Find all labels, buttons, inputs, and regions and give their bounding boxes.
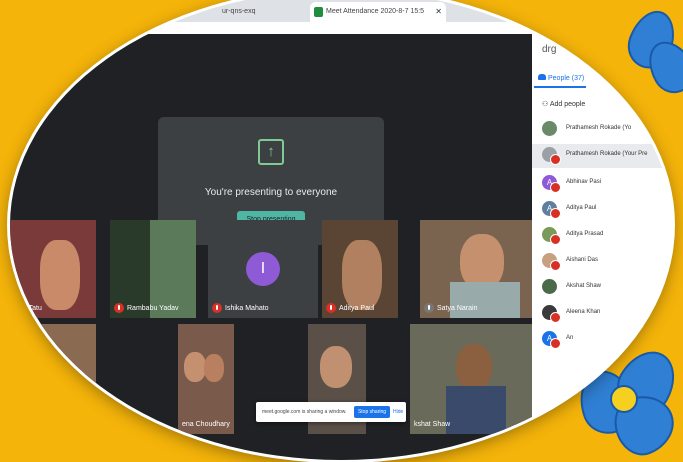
browser-tab[interactable]: ur-qns-exq ● [206, 2, 322, 22]
participant-name: Aditya Prasad [566, 231, 604, 237]
avatar [542, 279, 557, 294]
participant-name: Aditya Paul [566, 205, 597, 211]
muted-mic-icon [114, 303, 124, 314]
participant-list-item[interactable]: Aditya Prasad [532, 224, 672, 248]
participant-name: An [566, 335, 574, 341]
participant-name: Prathamesh Rokade (Your Pre [566, 151, 648, 157]
presenting-message: You're presenting to everyone [204, 187, 338, 198]
sheets-icon [314, 7, 323, 17]
muted-mic-icon [550, 338, 561, 349]
participant-list-item[interactable]: A An [532, 328, 672, 352]
participant-name: Akshat Shaw [566, 283, 602, 289]
participant-list-item[interactable]: Prathamesh Rokade (Yo [532, 118, 672, 142]
close-tab-icon[interactable]: ✕ [435, 2, 442, 22]
participant-tile[interactable]: Satya Narain [420, 220, 532, 318]
muted-mic-icon [550, 154, 561, 165]
participant-list-item[interactable]: Aishani Das [532, 250, 672, 274]
meet-stage: You're presenting to everyone Stop prese… [10, 34, 532, 460]
muted-mic-icon [550, 182, 561, 193]
participant-list-item[interactable]: Prathamesh Rokade (Your Pre [532, 144, 672, 168]
muted-mic-icon [550, 260, 561, 271]
participant-tile[interactable]: ena Choudhary [178, 324, 234, 434]
present-upload-icon [258, 139, 284, 165]
participant-name: Abhinav Pasi [566, 179, 602, 185]
muted-mic-icon [550, 234, 561, 245]
sharing-text: meet.google.com is sharing a window. [262, 409, 347, 415]
browser-tab-bar: ur-qns-exq ● Meet Attendance 2020-8-7 15… [10, 0, 530, 22]
tab-indicator [534, 86, 586, 88]
participant-name: Aishani Das [566, 257, 599, 263]
participant-list-item[interactable]: A Aditya Paul [532, 198, 672, 222]
stop-sharing-button[interactable]: Stop sharing [354, 406, 390, 418]
participant-name: Aleena Khan [566, 309, 601, 315]
avatar: I [246, 252, 280, 286]
participant-tile[interactable]: nshi Tatu [10, 220, 96, 318]
add-person-icon: ⚇ [542, 101, 550, 108]
tab-people[interactable]: People (37) [538, 74, 584, 82]
screenshot-frame: ur-qns-exq ● Meet Attendance 2020-8-7 15… [10, 0, 672, 460]
participant-tile[interactable]: I Ishika Mahato [208, 220, 318, 318]
sharing-notification-bar: meet.google.com is sharing a window. Sto… [256, 402, 406, 422]
muted-mic-icon [424, 303, 434, 314]
participant-list-item[interactable]: Aleena Khan [532, 302, 672, 326]
avatar [542, 121, 557, 136]
add-people-button[interactable]: ⚇ Add people [542, 100, 585, 108]
participant-name: Prathamesh Rokade (Yo [566, 125, 632, 131]
muted-mic-icon [550, 312, 561, 323]
participant-tile[interactable]: kshat Shaw [410, 324, 532, 434]
people-icon [538, 74, 546, 80]
participant-list-item[interactable]: Akshat Shaw [532, 276, 672, 300]
participant-tile[interactable] [10, 324, 96, 434]
people-panel: drg People (37) ⚇ Add people Prathamesh … [532, 22, 672, 460]
participant-tile[interactable]: Rambabu Yadav [110, 220, 196, 318]
muted-mic-icon [212, 303, 222, 314]
hide-link[interactable]: Hide [393, 409, 403, 415]
panel-header: drg [542, 44, 557, 55]
participant-list-item[interactable]: A Abhinav Pasi [532, 172, 672, 196]
muted-mic-icon [326, 303, 336, 314]
browser-tab-active[interactable]: Meet Attendance 2020-8-7 15:5 ✕ [310, 2, 446, 22]
muted-mic-icon [550, 208, 561, 219]
participant-tile[interactable]: Aditya Paul [322, 220, 398, 318]
